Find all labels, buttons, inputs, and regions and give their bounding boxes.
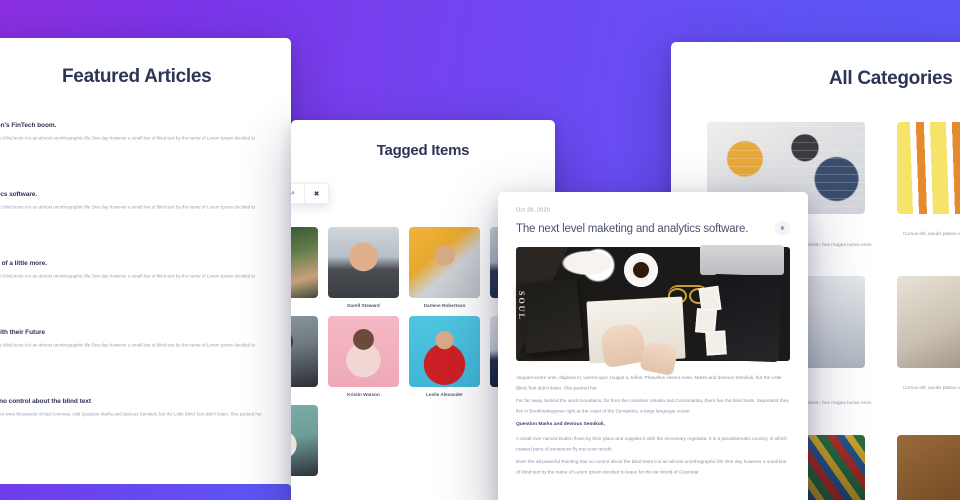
modal-header-row: The next level maketing and analytics so… [516, 221, 790, 236]
article-paragraph: Even the all-powerful Pointing has no co… [516, 458, 787, 474]
article-title[interactable]: Much good work is lost for the lack of a… [0, 260, 291, 268]
page-title: All Categories [829, 68, 953, 89]
page-title: Featured Articles [62, 66, 212, 87]
article-date: Oct 28, 2020 [0, 113, 291, 119]
laptop-shape [700, 245, 784, 275]
article-excerpt: Even the all-powerful Pointing has no co… [0, 135, 256, 141]
article-title[interactable]: The next level maketing and analytics so… [0, 191, 291, 199]
article-excerpt: Even the all-powerful Pointing has no co… [0, 204, 256, 210]
article-date: Oct 28, 2020 [516, 207, 551, 213]
list-item[interactable]: Oct 28, 2020 Much good work is lost for … [0, 248, 291, 304]
article-title[interactable]: 12 companies at the heart of London's Fi… [0, 122, 291, 130]
article-paragraph: A small river named Duden flows by their… [516, 435, 787, 451]
list-item[interactable]: Darlene Robertson [409, 227, 480, 308]
avatar[interactable] [328, 316, 399, 387]
featured-articles-card: Featured Articles Oct 28, 2020 12 compan… [0, 38, 291, 500]
page-title: Tagged Items [376, 142, 470, 159]
article-body: Aliquam lorem ante, dapibus in, viverra … [498, 374, 808, 473]
category-card[interactable]: Cursus elit, iaculis platea ornare iacul… [897, 276, 960, 406]
person-name: Kristin Watson [347, 392, 380, 398]
article-excerpt: The Big Oxmox advised her not to do so, … [0, 411, 262, 417]
polaroid-shape [705, 330, 727, 356]
share-icon[interactable]: ❦ [775, 221, 790, 236]
category-card[interactable]: Cursus elit, iaculis platea ornare iacul… [897, 122, 960, 248]
article-title[interactable]: Even the all-powerful Pointing has no co… [0, 398, 291, 406]
book-title-text: SOUL [517, 291, 526, 321]
list-item[interactable]: Kristin Watson [328, 316, 399, 397]
list-item[interactable]: Oct 28, 2020 The next level maketing and… [0, 179, 291, 235]
category-description: Cursus elit, iaculis platea ornare iacul… [902, 231, 960, 237]
list-item[interactable]: Oct 28, 2020 Vokalia Our Clients entrust… [0, 317, 291, 373]
avatar[interactable] [291, 227, 318, 298]
search-icon[interactable]: ⌕ [291, 184, 305, 203]
article-title: The next level maketing and analytics so… [516, 222, 749, 235]
tagged-toolbar: ⌕ ✖ [291, 183, 329, 204]
list-item[interactable]: Oct 28, 2020 12 companies at the heart o… [0, 110, 291, 166]
coffee-cup-shape [624, 253, 658, 287]
article-date: Oct 28, 2020 [0, 251, 291, 257]
list-item[interactable] [291, 316, 318, 396]
article-title[interactable]: Vokalia Our Clients entrust Stack with t… [0, 329, 291, 337]
featured-accent-bar [0, 484, 291, 500]
book-stack-shape [518, 278, 584, 354]
article-paragraph: Far far away, behind the word mountains,… [516, 398, 789, 414]
list-item[interactable] [291, 405, 318, 481]
list-item[interactable]: Oct 28, 2020 Even the all-powerful Point… [0, 386, 291, 442]
category-image [897, 434, 960, 500]
list-item[interactable] [291, 227, 318, 307]
article-excerpt: Even the all-powerful Pointing has no co… [0, 273, 256, 279]
article-paragraph: Aliquam lorem ante, dapibus in, viverra … [516, 375, 782, 391]
article-date: Oct 28, 2020 [0, 182, 291, 188]
avatar[interactable] [291, 405, 318, 476]
polaroid-shape [694, 308, 718, 334]
avatar[interactable] [409, 316, 480, 387]
category-description: Cursus elit, iaculis platea ornare iacul… [902, 385, 960, 391]
avatar[interactable] [291, 316, 318, 387]
category-image [897, 122, 960, 214]
avatar[interactable] [328, 227, 399, 298]
article-hero-image: SOUL [516, 245, 790, 377]
category-image [897, 276, 960, 369]
article-excerpt: Even the all-powerful Pointing has no co… [0, 342, 256, 348]
category-card[interactable] [897, 434, 960, 500]
article-date: Oct 28, 2020 [0, 389, 291, 395]
article-subheading: Question Marks and devious Semikoli, [516, 421, 605, 427]
close-icon[interactable]: ✖ [305, 184, 328, 203]
screenshot-stage: Featured Articles Oct 28, 2020 12 compan… [0, 0, 960, 500]
avatar[interactable] [409, 227, 480, 298]
list-item[interactable]: Leslie Alexander [409, 316, 480, 397]
person-name: Darell Steward [347, 303, 380, 309]
featured-article-list: Oct 28, 2020 12 companies at the heart o… [0, 110, 291, 442]
article-detail-modal: Oct 28, 2020 The next level maketing and… [498, 192, 808, 500]
article-date: Oct 28, 2020 [0, 320, 291, 326]
person-name: Leslie Alexander [426, 392, 463, 398]
list-item[interactable]: Darell Steward [328, 227, 399, 308]
person-name: Darlene Robertson [423, 303, 466, 309]
